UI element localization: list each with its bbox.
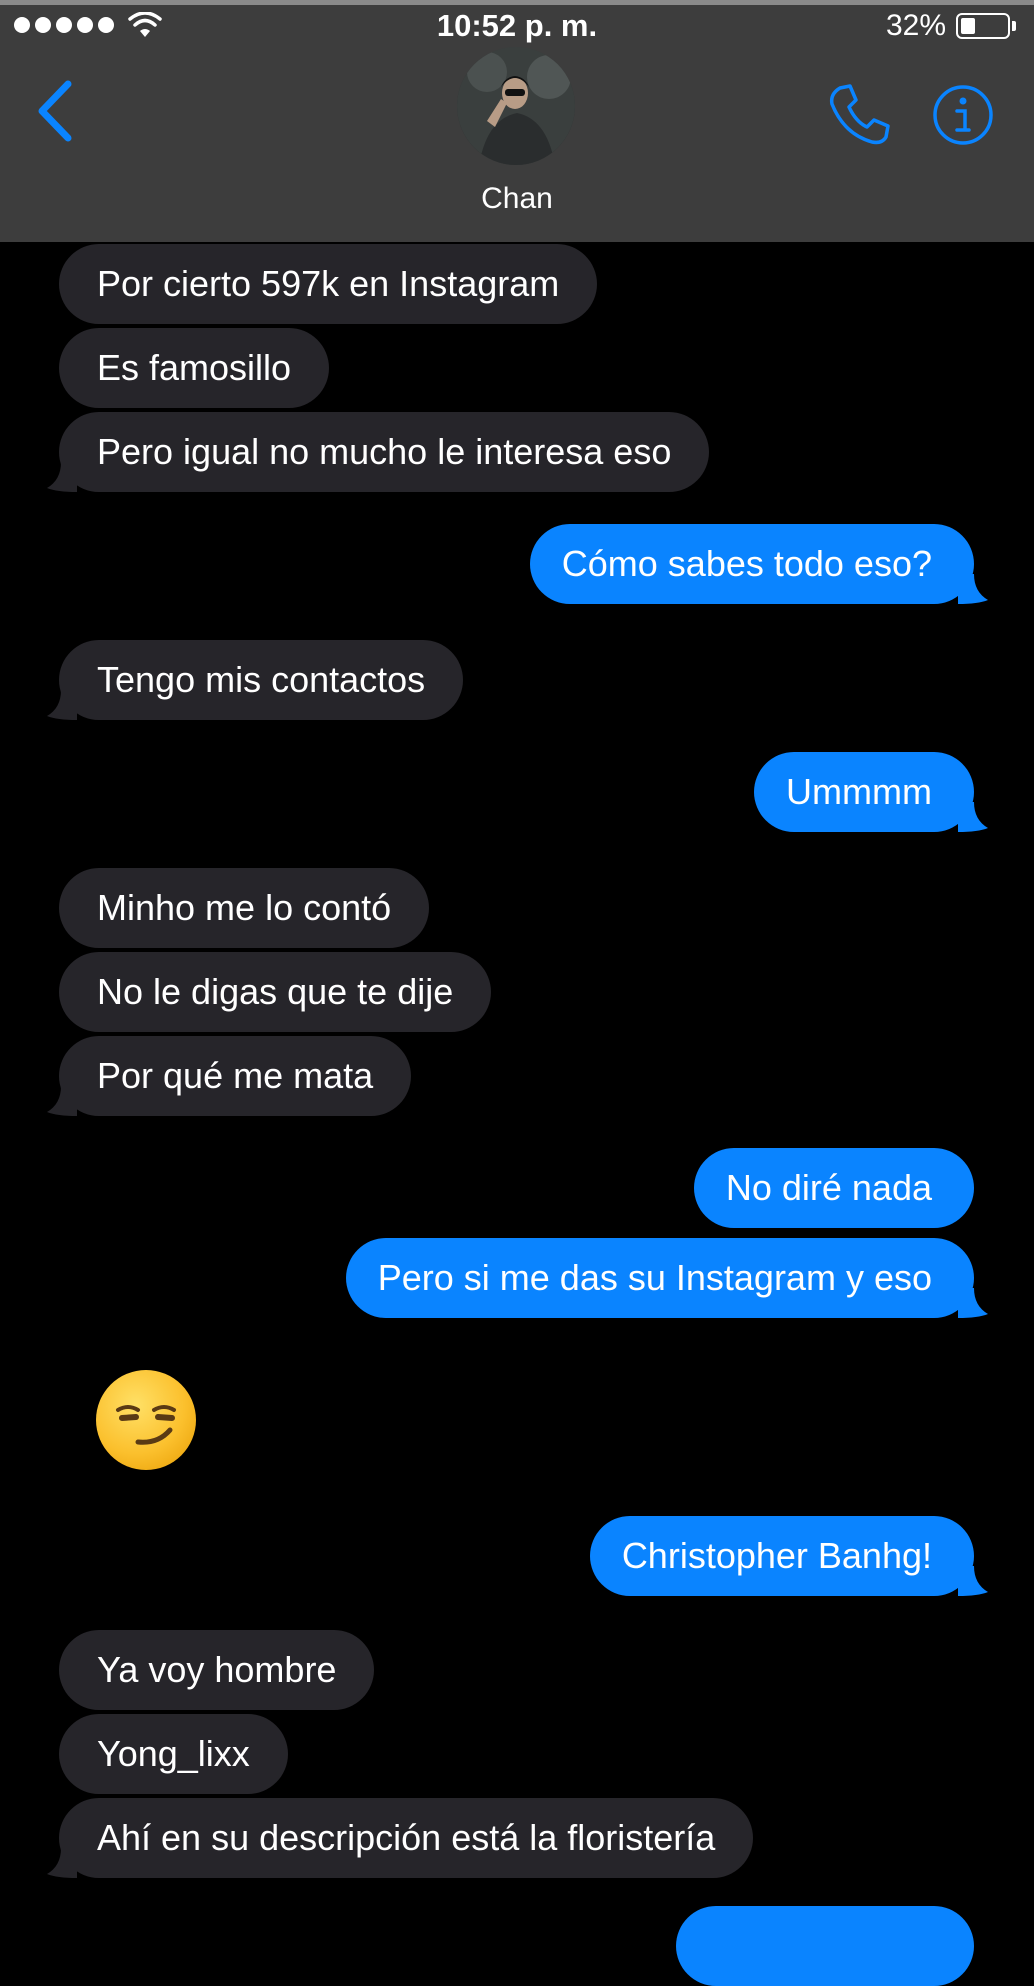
incoming-message[interactable]: No le digas que te dije (59, 952, 492, 1032)
status-bar-right: 32% (886, 9, 1016, 43)
incoming-message[interactable]: Ya voy hombre (59, 1630, 375, 1710)
outgoing-message[interactable]: Ummmm (754, 752, 988, 832)
incoming-message[interactable]: Pero igual no mucho le interesa eso (47, 412, 710, 492)
contact-name[interactable]: Chan (0, 182, 1034, 216)
incoming-message[interactable]: Yong_lixx (59, 1714, 288, 1794)
outgoing-message[interactable]: Pero si me das su Instagram y eso (345, 1238, 988, 1318)
incoming-message[interactable]: Es famosillo (59, 328, 330, 408)
conversation-header: 10:52 p. m. 32% Chan (0, 0, 1034, 242)
smirking-face-emoji[interactable] (96, 1370, 196, 1470)
incoming-message[interactable]: Minho me lo contó (59, 868, 430, 948)
contact-avatar[interactable] (457, 47, 575, 165)
incoming-message[interactable]: Por qué me mata (47, 1036, 412, 1116)
outgoing-message[interactable]: Cómo sabes todo eso? (529, 524, 988, 604)
battery-percent: 32% (885, 9, 946, 42)
info-icon[interactable] (932, 84, 994, 146)
outgoing-message[interactable]: No diré nada (693, 1148, 974, 1228)
phone-icon[interactable] (826, 82, 892, 148)
incoming-message[interactable]: Por cierto 597k en Instagram (59, 244, 598, 324)
incoming-message[interactable]: Tengo mis contactos (47, 640, 464, 720)
back-chevron-icon[interactable] (30, 78, 80, 144)
battery-icon (956, 13, 1010, 39)
outgoing-message[interactable]: Christopher Banhg! (589, 1516, 988, 1596)
status-time: 10:52 p. m. (436, 8, 598, 43)
outgoing-message-partial[interactable] (676, 1906, 974, 1986)
incoming-message[interactable]: Ahí en su descripción está la floristerí… (47, 1798, 754, 1878)
